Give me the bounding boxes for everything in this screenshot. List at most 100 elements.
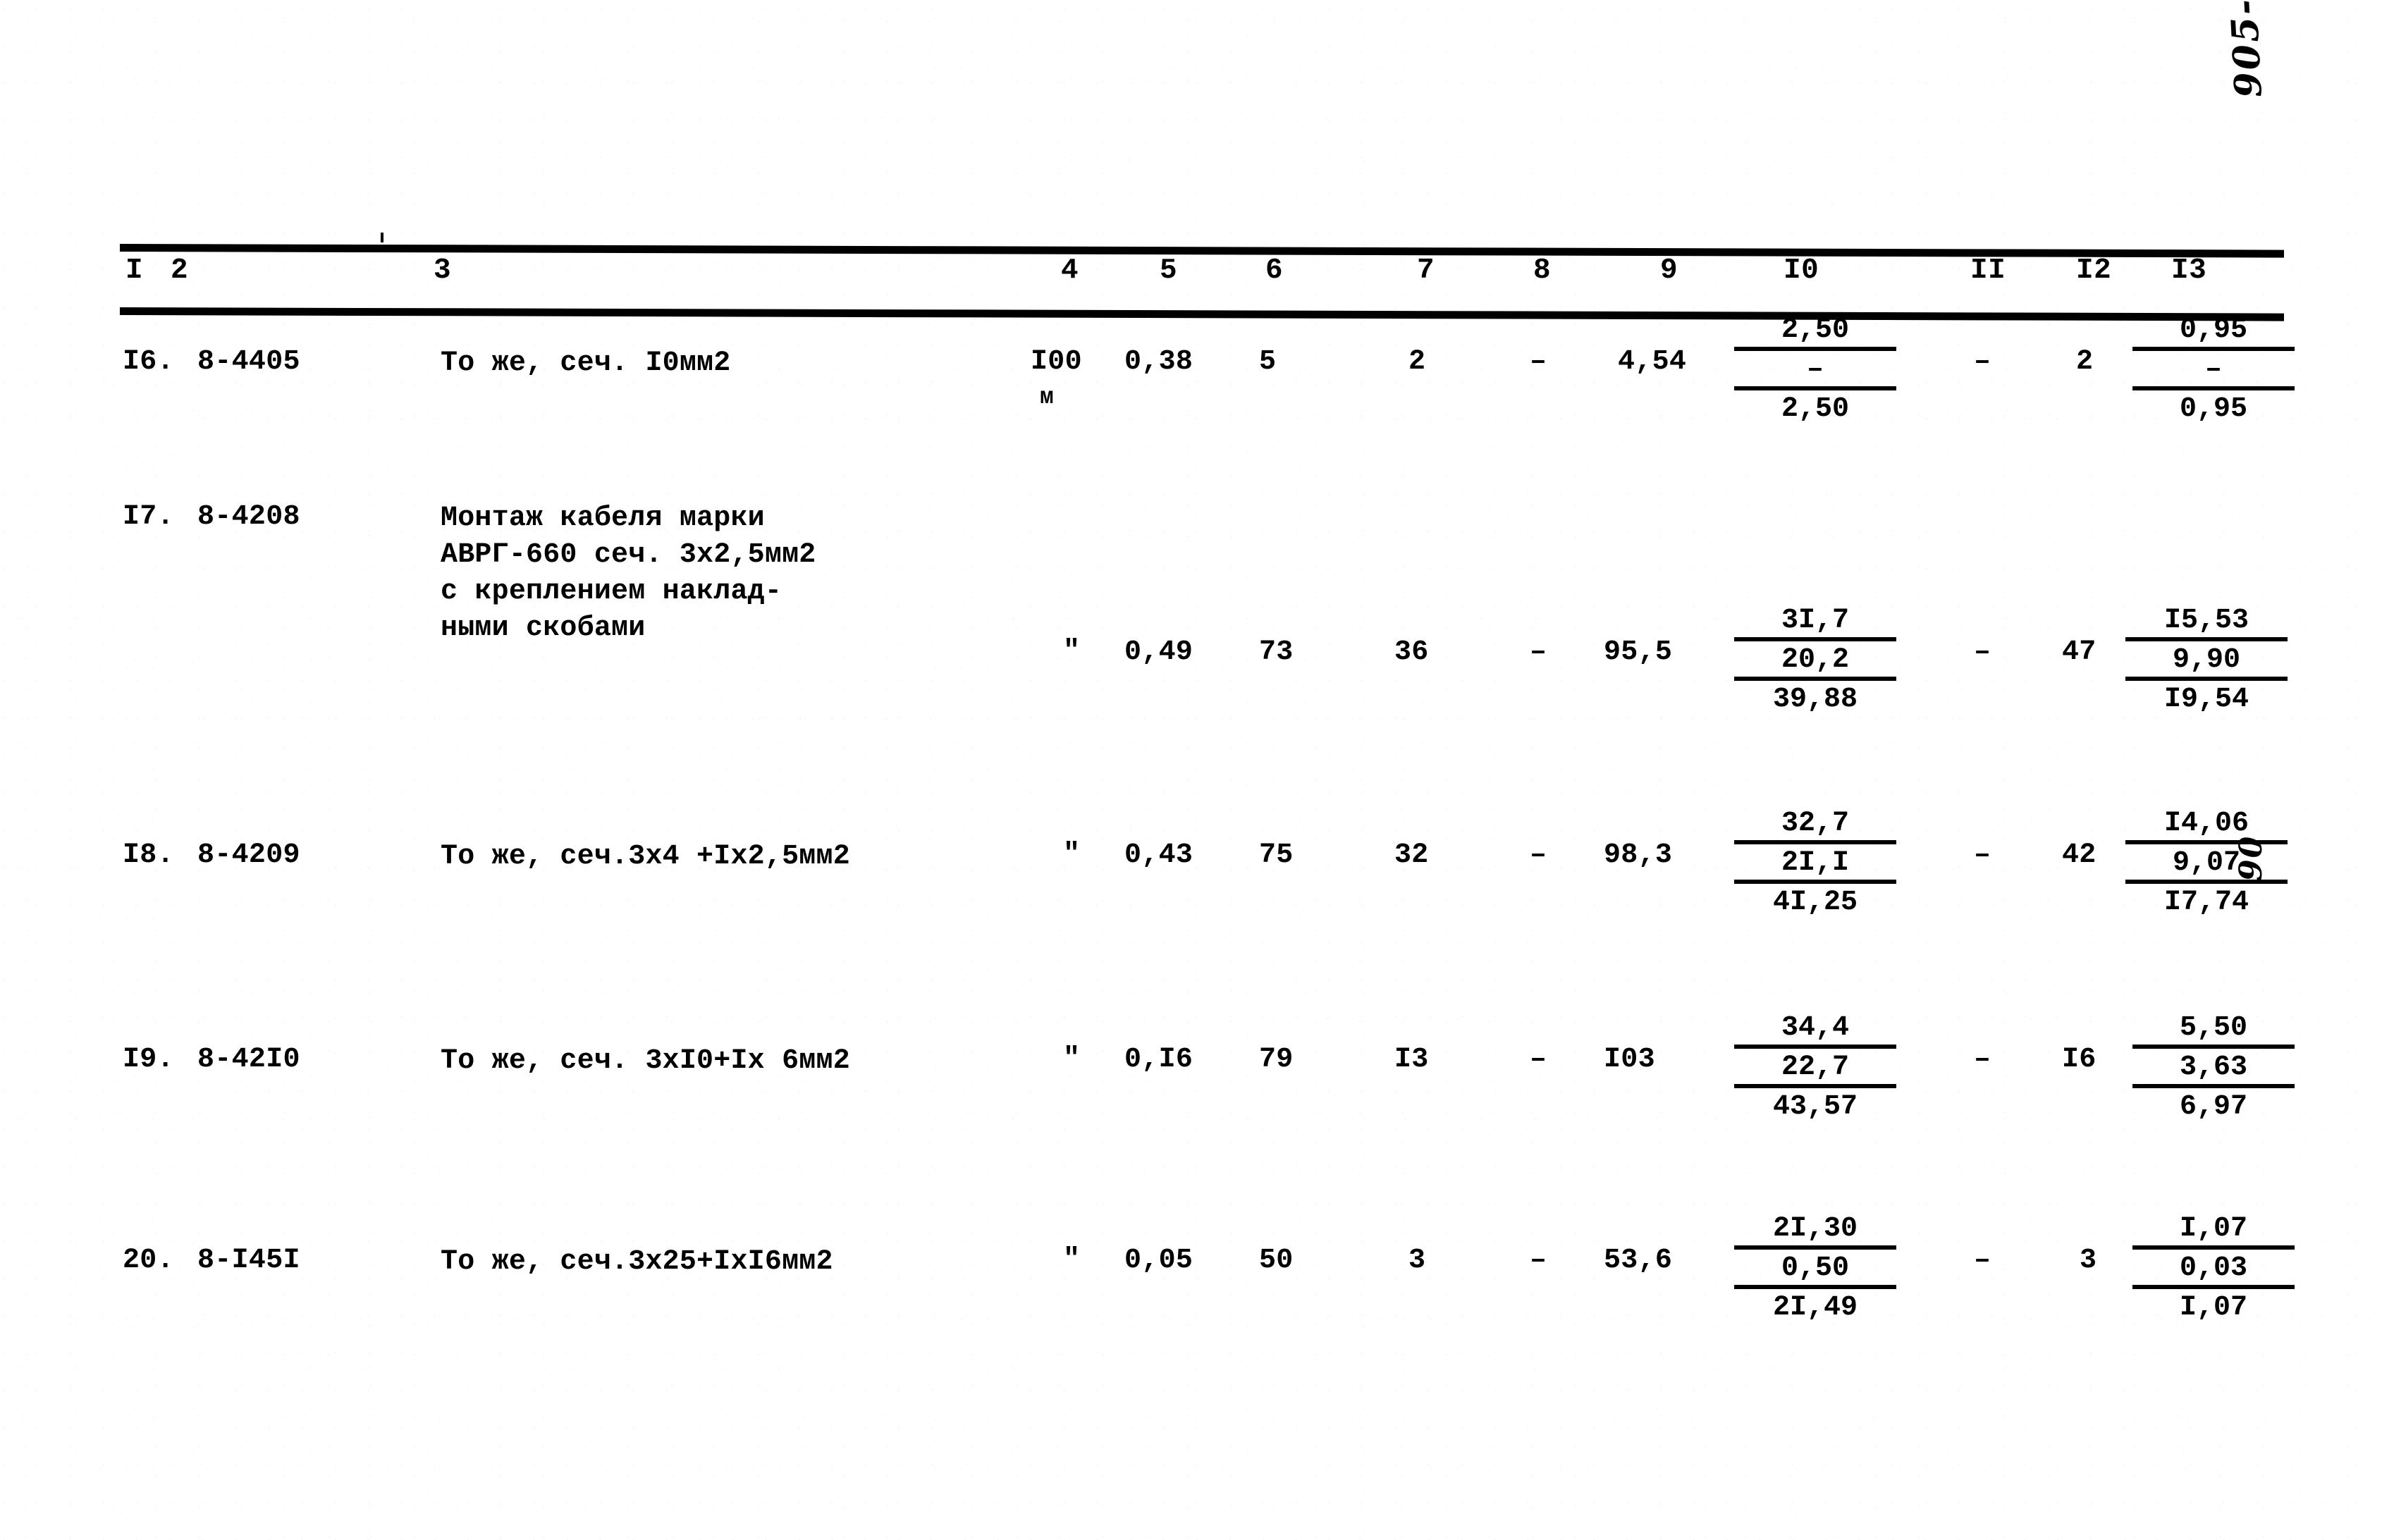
row-col10-denominator: 43,57 <box>1772 1091 1858 1123</box>
row-col6: 50 <box>1259 1245 1294 1276</box>
row-col5: 0,38 <box>1124 346 1193 378</box>
row-col11: – <box>1974 1245 1991 1276</box>
row-col6: 75 <box>1259 839 1294 871</box>
row-col13-middle: 0,03 <box>2132 1254 2295 1289</box>
row-col10-numerator: 3I,7 <box>1734 606 1896 641</box>
row-col6: 5 <box>1259 346 1277 378</box>
row-col12: I6 <box>2062 1044 2096 1076</box>
row-col10-numerator: 2I,30 <box>1734 1214 1896 1250</box>
row-col13-denominator: 0,95 <box>2179 393 2247 425</box>
row-col13-stack: I5,53 9,90 I9,54 <box>2125 606 2288 715</box>
column-header-8: 8 <box>1533 254 1552 287</box>
row-unit: " <box>1063 1244 1081 1276</box>
row-col12: 47 <box>2062 636 2096 668</box>
column-header-10: I0 <box>1784 254 1819 287</box>
column-header-9: 9 <box>1660 254 1678 287</box>
row-unit: " <box>1063 636 1081 667</box>
handwritten-page-mark: 90 <box>2233 834 2269 881</box>
row-col7: 36 <box>1394 636 1429 668</box>
row-col10-stack: 2,50 – 2,50 <box>1734 316 1896 424</box>
column-header-13: I3 <box>2171 254 2207 287</box>
row-number: I6. <box>123 346 174 378</box>
row-unit: " <box>1063 1043 1081 1075</box>
table-header-bottom-rule <box>119 307 2285 321</box>
row-col8: – <box>1530 839 1547 871</box>
row-col13-stack: I,07 0,03 I,07 <box>2132 1214 2295 1323</box>
column-header-2: 2 <box>171 254 189 287</box>
row-col11: – <box>1974 1044 1991 1076</box>
row-col10-stack: 34,4 22,7 43,57 <box>1734 1014 1896 1122</box>
column-header-3: 3 <box>434 254 452 287</box>
row-description: То же, сеч. 3хI0+Iх 6мм2 <box>441 1045 850 1077</box>
row-col10-denominator: 39,88 <box>1772 684 1858 715</box>
row-col12: 3 <box>2080 1245 2097 1276</box>
row-col7: I3 <box>1394 1044 1429 1076</box>
row-col13-numerator: I,07 <box>2132 1214 2295 1250</box>
row-col8: – <box>1530 346 1547 378</box>
row-col13-middle: 9,90 <box>2125 646 2288 681</box>
row-col10-denominator: 2I,49 <box>1772 1292 1858 1324</box>
row-col9: 95,5 <box>1604 636 1673 668</box>
row-col10-stack: 2I,30 0,50 2I,49 <box>1734 1214 1896 1323</box>
row-number: I9. <box>123 1044 174 1076</box>
row-col10-denominator: 4I,25 <box>1772 887 1858 918</box>
column-header-12: I2 <box>2076 254 2112 287</box>
row-description: То же, сеч.3х4 +Iх2,5мм2 <box>441 841 850 873</box>
row-unit: " <box>1063 839 1081 870</box>
row-col8: – <box>1530 1245 1547 1276</box>
handwritten-archive-code: 905-4-28 <box>2217 0 2271 99</box>
row-number: I7. <box>123 501 174 533</box>
column-header-6: 6 <box>1265 254 1284 287</box>
row-col13-numerator: I5,53 <box>2125 606 2288 641</box>
row-col13-middle: 3,63 <box>2132 1053 2295 1088</box>
row-unit-sub: м <box>1040 384 1054 410</box>
scanned-page: I 2 3 4 5 6 7 8 9 I0 II I2 I3 I6. 8-4405… <box>0 0 2382 1540</box>
row-col13-denominator: 6,97 <box>2179 1091 2247 1123</box>
row-col6: 79 <box>1259 1044 1294 1076</box>
row-col12: 42 <box>2062 839 2096 871</box>
row-col11: – <box>1974 636 1991 668</box>
row-code: 8-4208 <box>197 501 300 533</box>
row-col9: 98,3 <box>1604 839 1673 871</box>
row-col8: – <box>1530 636 1547 668</box>
row-col10-middle: 2I,I <box>1734 849 1896 884</box>
row-col7: 3 <box>1408 1245 1426 1276</box>
row-col13-denominator: I,07 <box>2179 1292 2247 1324</box>
row-col7: 32 <box>1394 839 1429 871</box>
row-description: То же, сеч.3х25+IхI6мм2 <box>441 1246 833 1278</box>
row-col10-stack: 3I,7 20,2 39,88 <box>1734 606 1896 715</box>
scan-grain-overlay <box>0 0 2382 1540</box>
row-col9: 53,6 <box>1604 1245 1673 1276</box>
row-col10-numerator: 2,50 <box>1734 316 1896 351</box>
row-col11: – <box>1974 346 1991 378</box>
column-header-5: 5 <box>1160 254 1178 287</box>
row-col10-middle: 20,2 <box>1734 646 1896 681</box>
column-header-row: I 2 3 4 5 6 7 8 9 I0 II I2 I3 <box>120 257 2284 307</box>
row-code: 8-I45I <box>197 1245 300 1276</box>
column-header-1: I <box>125 254 144 287</box>
row-col9: I03 <box>1604 1044 1655 1076</box>
row-code: 8-4209 <box>197 839 300 871</box>
row-col10-middle: 0,50 <box>1734 1254 1896 1289</box>
column-header-4: 4 <box>1061 254 1079 287</box>
row-col10-middle: 22,7 <box>1734 1053 1896 1088</box>
row-code: 8-4405 <box>197 346 300 378</box>
row-col13-numerator: 5,50 <box>2132 1014 2295 1049</box>
row-code: 8-42I0 <box>197 1044 300 1076</box>
row-col13-stack: 0,95 – 0,95 <box>2132 316 2295 424</box>
row-col9: 4,54 <box>1618 346 1687 378</box>
row-col5: 0,43 <box>1124 839 1193 871</box>
row-col5: 0,49 <box>1124 636 1193 668</box>
row-col13-denominator: I7,74 <box>2163 887 2249 918</box>
row-unit: I00 <box>1031 346 1082 378</box>
row-col13-numerator: 0,95 <box>2132 316 2295 351</box>
column-tick-mark <box>381 233 383 242</box>
row-col7: 2 <box>1408 346 1426 378</box>
column-header-7: 7 <box>1417 254 1435 287</box>
row-col13-middle: – <box>2132 355 2295 390</box>
column-header-11: II <box>1970 254 2006 287</box>
row-col12: 2 <box>2076 346 2094 378</box>
row-col13-stack: 5,50 3,63 6,97 <box>2132 1014 2295 1122</box>
row-col5: 0,I6 <box>1124 1044 1193 1076</box>
row-description: Монтаж кабеля марки АВРГ-660 сеч. 3х2,5м… <box>441 503 816 644</box>
